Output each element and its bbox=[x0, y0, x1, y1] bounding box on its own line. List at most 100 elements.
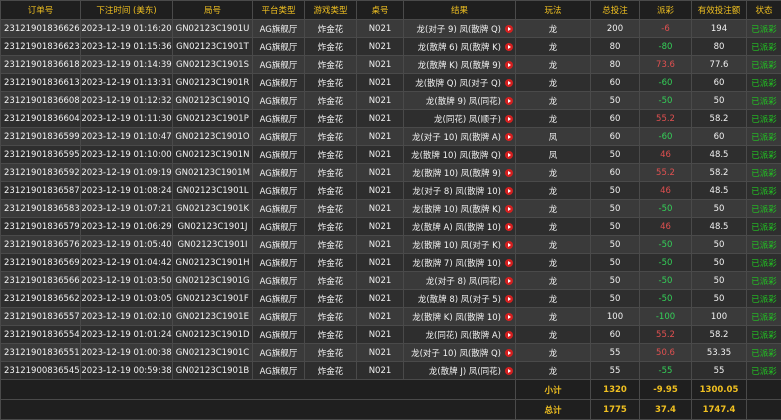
valid-bet-cell: 58.2 bbox=[692, 164, 747, 182]
play-type-cell: 凤 bbox=[516, 146, 591, 164]
play-circle-icon[interactable] bbox=[505, 187, 513, 195]
header-play-type: 玩法 bbox=[516, 1, 591, 20]
order-id-cell: 231219018365510 bbox=[1, 344, 81, 362]
result-text: 龙(对子 9) 凤(散牌 Q) bbox=[417, 25, 501, 35]
result-cell: 龙(散牌 J) 凤(同花) bbox=[404, 362, 516, 380]
bet-time-cell: 2023-12-19 01:01:24 bbox=[81, 326, 173, 344]
play-circle-icon[interactable] bbox=[505, 205, 513, 213]
round-id-cell: GN02123C1901M bbox=[173, 164, 253, 182]
game-type-cell: 炸金花 bbox=[305, 344, 357, 362]
header-table-no: 桌号 bbox=[357, 1, 404, 20]
header-round-id: 局号 bbox=[173, 1, 253, 20]
table-row: 2312190183660402023-12-19 01:11:30GN0212… bbox=[1, 110, 781, 128]
play-circle-icon[interactable] bbox=[505, 241, 513, 249]
order-id-cell: 231219018365760 bbox=[1, 236, 81, 254]
order-id-cell: 231219008365454 bbox=[1, 362, 81, 380]
play-circle-icon[interactable] bbox=[505, 61, 513, 69]
order-id-cell: 231219018365879 bbox=[1, 182, 81, 200]
subtotal-row: 小计 1320 -9.95 1300.05 bbox=[1, 380, 781, 400]
table-row: 2312190183659972023-12-19 01:10:47GN0212… bbox=[1, 128, 781, 146]
play-circle-icon[interactable] bbox=[505, 367, 513, 375]
play-circle-icon[interactable] bbox=[505, 331, 513, 339]
payout-cell: -50 bbox=[640, 92, 692, 110]
total-bet-cell: 50 bbox=[591, 236, 640, 254]
round-id-cell: GN02123C1901H bbox=[173, 254, 253, 272]
bet-time-cell: 2023-12-19 01:14:39 bbox=[81, 56, 173, 74]
result-cell: 龙(对子 8) 凤(散牌 10) bbox=[404, 182, 516, 200]
play-circle-icon[interactable] bbox=[505, 79, 513, 87]
order-id-cell: 231219018366262 bbox=[1, 20, 81, 38]
table-row: 2312190183658792023-12-19 01:08:24GN0212… bbox=[1, 182, 781, 200]
game-type-cell: 炸金花 bbox=[305, 362, 357, 380]
valid-bet-cell: 80 bbox=[692, 38, 747, 56]
play-circle-icon[interactable] bbox=[505, 115, 513, 123]
status-cell: 已派彩 bbox=[747, 254, 781, 272]
play-circle-icon[interactable] bbox=[505, 43, 513, 51]
result-cell: 龙(散牌 8) 凤(对子 5) bbox=[404, 290, 516, 308]
bet-time-cell: 2023-12-19 01:04:42 bbox=[81, 254, 173, 272]
payout-cell: -60 bbox=[640, 128, 692, 146]
status-cell: 已派彩 bbox=[747, 164, 781, 182]
total-bet-cell: 55 bbox=[591, 344, 640, 362]
payout-cell: -50 bbox=[640, 272, 692, 290]
status-cell: 已派彩 bbox=[747, 74, 781, 92]
result-cell: 龙(同花) 凤(顺子) bbox=[404, 110, 516, 128]
result-cell: 龙(散牌 Q) 凤(对子 Q) bbox=[404, 74, 516, 92]
game-type-cell: 炸金花 bbox=[305, 200, 357, 218]
table-row: 2312190183658302023-12-19 01:07:21GN0212… bbox=[1, 200, 781, 218]
result-text: 龙(散牌 K) 凤(散牌 10) bbox=[412, 313, 501, 323]
table-row: 2312190183656252023-12-19 01:03:05GN0212… bbox=[1, 290, 781, 308]
subtotal-bet: 1320 bbox=[591, 380, 640, 400]
result-text: 龙(散牌 6) 凤(散牌 K) bbox=[418, 43, 501, 53]
table-no-cell: N021 bbox=[357, 218, 404, 236]
play-circle-icon[interactable] bbox=[505, 97, 513, 105]
status-cell: 已派彩 bbox=[747, 362, 781, 380]
round-id-cell: GN02123C1901E bbox=[173, 308, 253, 326]
total-row: 总计 1775 37.4 1747.4 bbox=[1, 400, 781, 420]
play-circle-icon[interactable] bbox=[505, 295, 513, 303]
bet-time-cell: 2023-12-19 01:03:05 bbox=[81, 290, 173, 308]
result-cell: 龙(对子 10) 凤(散牌 A) bbox=[404, 128, 516, 146]
game-type-cell: 炸金花 bbox=[305, 326, 357, 344]
play-type-cell: 龙 bbox=[516, 92, 591, 110]
header-order-id: 订单号 bbox=[1, 1, 81, 20]
payout-cell: -100 bbox=[640, 308, 692, 326]
platform-cell: AG旗舰厅 bbox=[253, 128, 305, 146]
bet-time-cell: 2023-12-19 01:09:19 bbox=[81, 164, 173, 182]
total-bet-cell: 200 bbox=[591, 20, 640, 38]
round-id-cell: GN02123C1901O bbox=[173, 128, 253, 146]
bet-time-cell: 2023-12-19 01:10:00 bbox=[81, 146, 173, 164]
bet-time-cell: 2023-12-19 01:06:29 bbox=[81, 218, 173, 236]
valid-bet-cell: 55 bbox=[692, 362, 747, 380]
play-circle-icon[interactable] bbox=[505, 349, 513, 357]
order-id-cell: 231219018366189 bbox=[1, 56, 81, 74]
table-no-cell: N021 bbox=[357, 92, 404, 110]
total-bet-cell: 80 bbox=[591, 38, 640, 56]
play-circle-icon[interactable] bbox=[505, 223, 513, 231]
total-bet-cell: 60 bbox=[591, 164, 640, 182]
bet-time-cell: 2023-12-19 01:08:24 bbox=[81, 182, 173, 200]
play-circle-icon[interactable] bbox=[505, 277, 513, 285]
play-type-cell: 龙 bbox=[516, 182, 591, 200]
play-circle-icon[interactable] bbox=[505, 151, 513, 159]
total-bet-cell: 50 bbox=[591, 200, 640, 218]
result-cell: 龙(散牌 A) 凤(散牌 10) bbox=[404, 218, 516, 236]
play-circle-icon[interactable] bbox=[505, 313, 513, 321]
header-valid-bet: 有效投注额 bbox=[692, 1, 747, 20]
play-circle-icon[interactable] bbox=[505, 133, 513, 141]
bet-time-cell: 2023-12-19 01:13:31 bbox=[81, 74, 173, 92]
game-type-cell: 炸金花 bbox=[305, 128, 357, 146]
platform-cell: AG旗舰厅 bbox=[253, 218, 305, 236]
play-circle-icon[interactable] bbox=[505, 259, 513, 267]
table-row: 2312190183655792023-12-19 01:02:10GN0212… bbox=[1, 308, 781, 326]
total-bet-cell: 50 bbox=[591, 218, 640, 236]
total-label: 总计 bbox=[516, 400, 591, 420]
bet-time-cell: 2023-12-19 01:05:40 bbox=[81, 236, 173, 254]
table-no-cell: N021 bbox=[357, 326, 404, 344]
total-bet-cell: 50 bbox=[591, 146, 640, 164]
bet-time-cell: 2023-12-19 01:02:10 bbox=[81, 308, 173, 326]
play-circle-icon[interactable] bbox=[505, 169, 513, 177]
result-cell: 龙(同花) 凤(散牌 A) bbox=[404, 326, 516, 344]
round-id-cell: GN02123C1901L bbox=[173, 182, 253, 200]
play-circle-icon[interactable] bbox=[505, 25, 513, 33]
